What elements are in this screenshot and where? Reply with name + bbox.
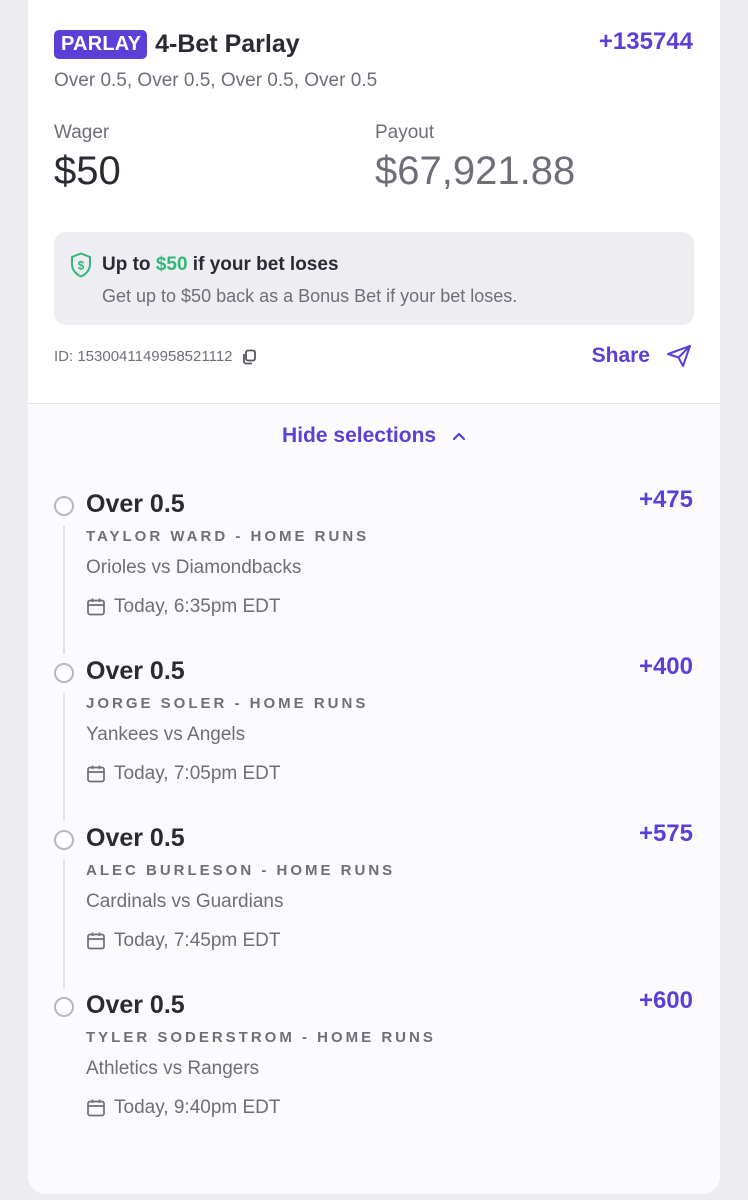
leg-market: TAYLOR WARD - HOME RUNS (86, 528, 370, 545)
leg-time: Today, 7:45pm EDT (114, 930, 281, 951)
shield-dollar-icon: $ (71, 252, 91, 278)
bonus-promo-banner: $ Up to $50 if your bet loses Get up to … (54, 232, 694, 325)
leg-market: TYLER SODERSTROM - HOME RUNS (86, 1029, 436, 1046)
wager-label: Wager (54, 122, 110, 143)
bet-card: PARLAY 4-Bet Parlay +135744 Over 0.5, Ov… (28, 0, 720, 1194)
leg-selection: Over 0.5 (86, 991, 185, 1019)
leg-time: Today, 7:05pm EDT (114, 763, 281, 784)
payout-label: Payout (375, 122, 435, 143)
leg-selection: Over 0.5 (86, 824, 185, 852)
leg-status-icon (54, 830, 74, 850)
bet-id-row: ID: 1530041149958521112 (54, 348, 257, 365)
hide-selections-toggle[interactable]: Hide selections (28, 424, 720, 448)
chevron-up-icon (452, 433, 466, 441)
leg-selection: Over 0.5 (86, 657, 185, 685)
leg-odds: +400 (638, 653, 693, 680)
selections-section: Hide selections Over 0.5 +475 TAYLOR WAR… (28, 404, 720, 1194)
parlay-badge: PARLAY (54, 30, 148, 59)
promo-headline: Up to $50 if your bet loses (102, 254, 339, 276)
bet-header: PARLAY 4-Bet Parlay (54, 30, 300, 59)
parlay-leg: Over 0.5 +400 JORGE SOLER - HOME RUNS Ya… (28, 653, 720, 821)
leg-time-row: Today, 7:05pm EDT (86, 763, 281, 785)
total-odds: +135744 (598, 28, 693, 55)
promo-amount: $50 (155, 254, 188, 275)
leg-game: Cardinals vs Guardians (86, 891, 284, 912)
bet-subtitle: Over 0.5, Over 0.5, Over 0.5, Over 0.5 (54, 70, 378, 91)
calendar-icon (87, 765, 105, 783)
wager-value: $50 (54, 149, 121, 193)
calendar-icon (87, 932, 105, 950)
copy-icon[interactable] (241, 349, 257, 365)
parlay-legs-list: Over 0.5 +475 TAYLOR WARD - HOME RUNS Or… (28, 486, 720, 1154)
leg-odds: +575 (638, 820, 693, 847)
leg-odds: +475 (638, 486, 693, 513)
leg-selection: Over 0.5 (86, 490, 185, 518)
leg-connector (63, 693, 65, 821)
leg-status-icon (54, 997, 74, 1017)
leg-game: Athletics vs Rangers (86, 1058, 260, 1079)
promo-headline-prefix: Up to (102, 254, 156, 275)
leg-connector (63, 526, 65, 654)
parlay-leg: Over 0.5 +475 TAYLOR WARD - HOME RUNS Or… (28, 486, 720, 654)
leg-market: ALEC BURLESON - HOME RUNS (86, 862, 396, 879)
parlay-leg: Over 0.5 +575 ALEC BURLESON - HOME RUNS … (28, 820, 720, 988)
calendar-icon (87, 1099, 105, 1117)
promo-description: Get up to $50 back as a Bonus Bet if you… (102, 286, 518, 306)
promo-headline-suffix: if your bet loses (187, 254, 339, 275)
leg-time: Today, 9:40pm EDT (114, 1097, 281, 1118)
leg-status-icon (54, 496, 74, 516)
share-label: Share (591, 344, 650, 367)
leg-time-row: Today, 7:45pm EDT (86, 930, 281, 952)
leg-time-row: Today, 6:35pm EDT (86, 596, 281, 618)
bet-summary: PARLAY 4-Bet Parlay +135744 Over 0.5, Ov… (28, 0, 720, 404)
hide-selections-label: Hide selections (282, 424, 437, 447)
share-button[interactable]: Share (592, 344, 692, 368)
bet-id: ID: 1530041149958521112 (54, 348, 233, 365)
leg-game: Yankees vs Angels (86, 724, 246, 745)
calendar-icon (87, 598, 105, 616)
send-icon (667, 345, 691, 367)
leg-game: Orioles vs Diamondbacks (86, 557, 302, 578)
leg-connector (63, 860, 65, 988)
leg-status-icon (54, 663, 74, 683)
leg-time-row: Today, 9:40pm EDT (86, 1097, 281, 1119)
parlay-leg: Over 0.5 +600 TYLER SODERSTROM - HOME RU… (28, 987, 720, 1154)
leg-market: JORGE SOLER - HOME RUNS (86, 695, 369, 712)
svg-text:$: $ (78, 259, 85, 273)
leg-time: Today, 6:35pm EDT (114, 596, 281, 617)
leg-odds: +600 (638, 987, 693, 1014)
bet-title: 4-Bet Parlay (155, 30, 300, 58)
payout-value: $67,921.88 (375, 149, 576, 193)
